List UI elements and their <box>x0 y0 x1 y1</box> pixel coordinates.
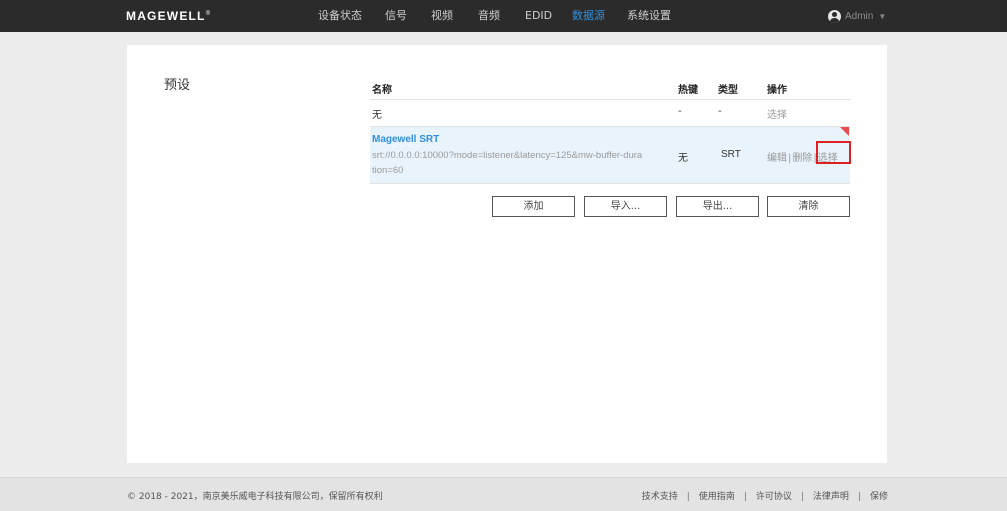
preset-hotkey: - <box>678 106 682 117</box>
nav-signal[interactable]: 信号 <box>385 0 407 32</box>
preset-type: SRT <box>721 149 741 160</box>
export-button[interactable]: 导出... <box>676 196 759 217</box>
column-header-actions: 操作 <box>767 85 787 96</box>
user-name: Admin <box>845 10 874 22</box>
nav-device-status[interactable]: 设备状态 <box>318 0 362 32</box>
section-title: 预设 <box>164 78 191 93</box>
nav-data-source[interactable]: 数据源 <box>572 0 605 32</box>
select-none-link[interactable]: 选择 <box>767 106 787 121</box>
footer-separator: | <box>743 492 747 502</box>
nav-edid[interactable]: EDID <box>525 0 552 32</box>
footer-separator: | <box>857 492 861 502</box>
column-header-type: 类型 <box>718 85 738 96</box>
footer-separator: | <box>800 492 804 502</box>
nav-video[interactable]: 视频 <box>431 0 453 32</box>
preset-type: - <box>718 106 722 117</box>
top-nav-bar: MAGEWELL® 设备状态 信号 视频 音频 EDID 数据源 系统设置 Ad… <box>0 0 1007 32</box>
preset-panel: 预设 名称 热键 类型 操作 无 - - 选择 Magewell SRT srt… <box>127 45 887 463</box>
copyright-text: © 2018 - 2021，南京美乐威电子科技有限公司，保留所有权利 <box>127 492 383 502</box>
select-highlight-box <box>816 141 851 164</box>
preset-hotkey: 无 <box>678 153 688 164</box>
footer: © 2018 - 2021，南京美乐威电子科技有限公司，保留所有权利 技术支持 |… <box>0 477 1007 511</box>
footer-links: 技术支持 | 使用指南 | 许可协议 | 法律声明 | 保修 <box>642 489 888 502</box>
edit-link[interactable]: 编辑 <box>767 153 787 164</box>
nav-system-settings[interactable]: 系统设置 <box>627 0 671 32</box>
user-avatar-icon <box>828 9 841 23</box>
preset-name-none: 无 <box>372 110 382 121</box>
footer-link-warranty[interactable]: 保修 <box>870 492 888 502</box>
footer-link-user-guide[interactable]: 使用指南 <box>699 492 735 502</box>
add-button[interactable]: 添加 <box>492 196 575 217</box>
preset-name-magewell-srt: Magewell SRT <box>372 134 440 145</box>
column-header-hotkey: 热键 <box>678 85 698 96</box>
row-divider <box>370 183 850 184</box>
chevron-down-icon: ▼ <box>878 11 887 21</box>
action-separator: | <box>788 153 792 164</box>
preset-url: srt://0.0.0.0:10000?mode=listener&latenc… <box>372 150 643 176</box>
clear-button[interactable]: 清除 <box>767 196 850 217</box>
footer-link-license[interactable]: 许可协议 <box>756 492 792 502</box>
footer-separator: | <box>686 492 690 502</box>
header-divider <box>370 99 850 100</box>
column-header-name: 名称 <box>372 85 392 96</box>
logo-registered-mark: ® <box>205 11 211 17</box>
active-preset-flag-icon <box>840 127 849 136</box>
user-menu[interactable]: Admin ▼ <box>828 9 886 23</box>
delete-link[interactable]: 删除 <box>792 153 812 164</box>
magewell-logo[interactable]: MAGEWELL® <box>126 9 210 23</box>
import-button[interactable]: 导入... <box>584 196 667 217</box>
footer-link-tech-support[interactable]: 技术支持 <box>642 492 678 502</box>
footer-link-legal[interactable]: 法律声明 <box>813 492 849 502</box>
nav-audio[interactable]: 音频 <box>478 0 500 32</box>
logo-text: MAGEWELL <box>126 9 206 23</box>
